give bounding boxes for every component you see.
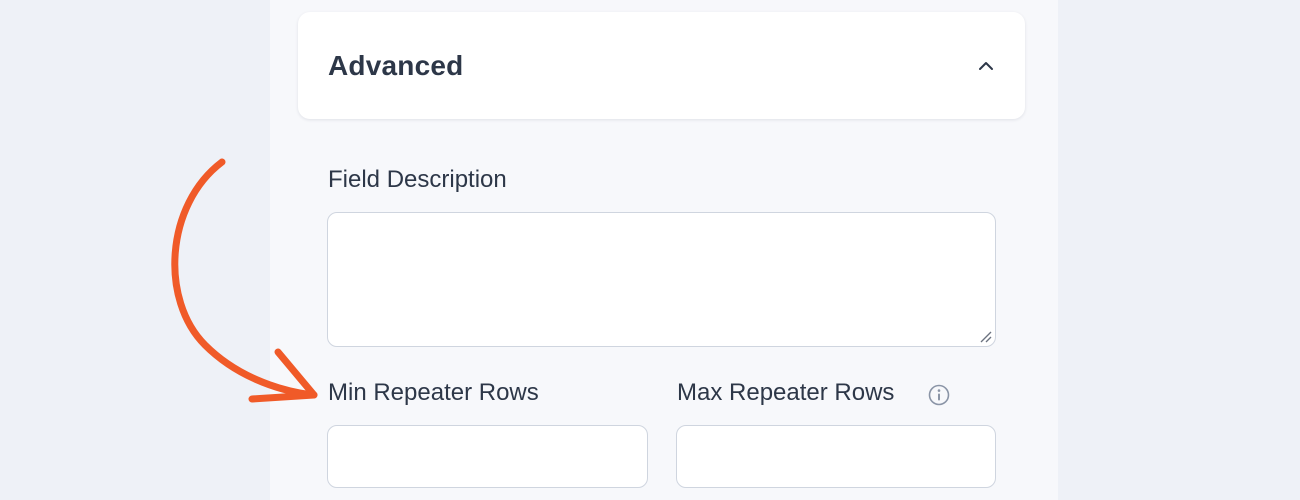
info-icon[interactable]	[927, 383, 951, 407]
max-repeater-rows-wrapper	[676, 425, 996, 488]
min-repeater-rows-input[interactable]	[328, 426, 647, 487]
min-repeater-rows-label: Min Repeater Rows	[328, 379, 539, 406]
field-description-textarea[interactable]	[328, 213, 995, 346]
section-title: Advanced	[328, 49, 464, 81]
advanced-section-header[interactable]: Advanced	[298, 12, 1025, 119]
chevron-up-icon[interactable]	[975, 55, 997, 77]
max-repeater-rows-label: Max Repeater Rows	[677, 379, 895, 406]
field-description-wrapper	[327, 212, 996, 347]
resize-handle-icon[interactable]	[978, 329, 992, 343]
field-description-label: Field Description	[328, 166, 507, 193]
min-repeater-rows-wrapper	[327, 425, 648, 488]
max-repeater-rows-input[interactable]	[677, 426, 995, 487]
